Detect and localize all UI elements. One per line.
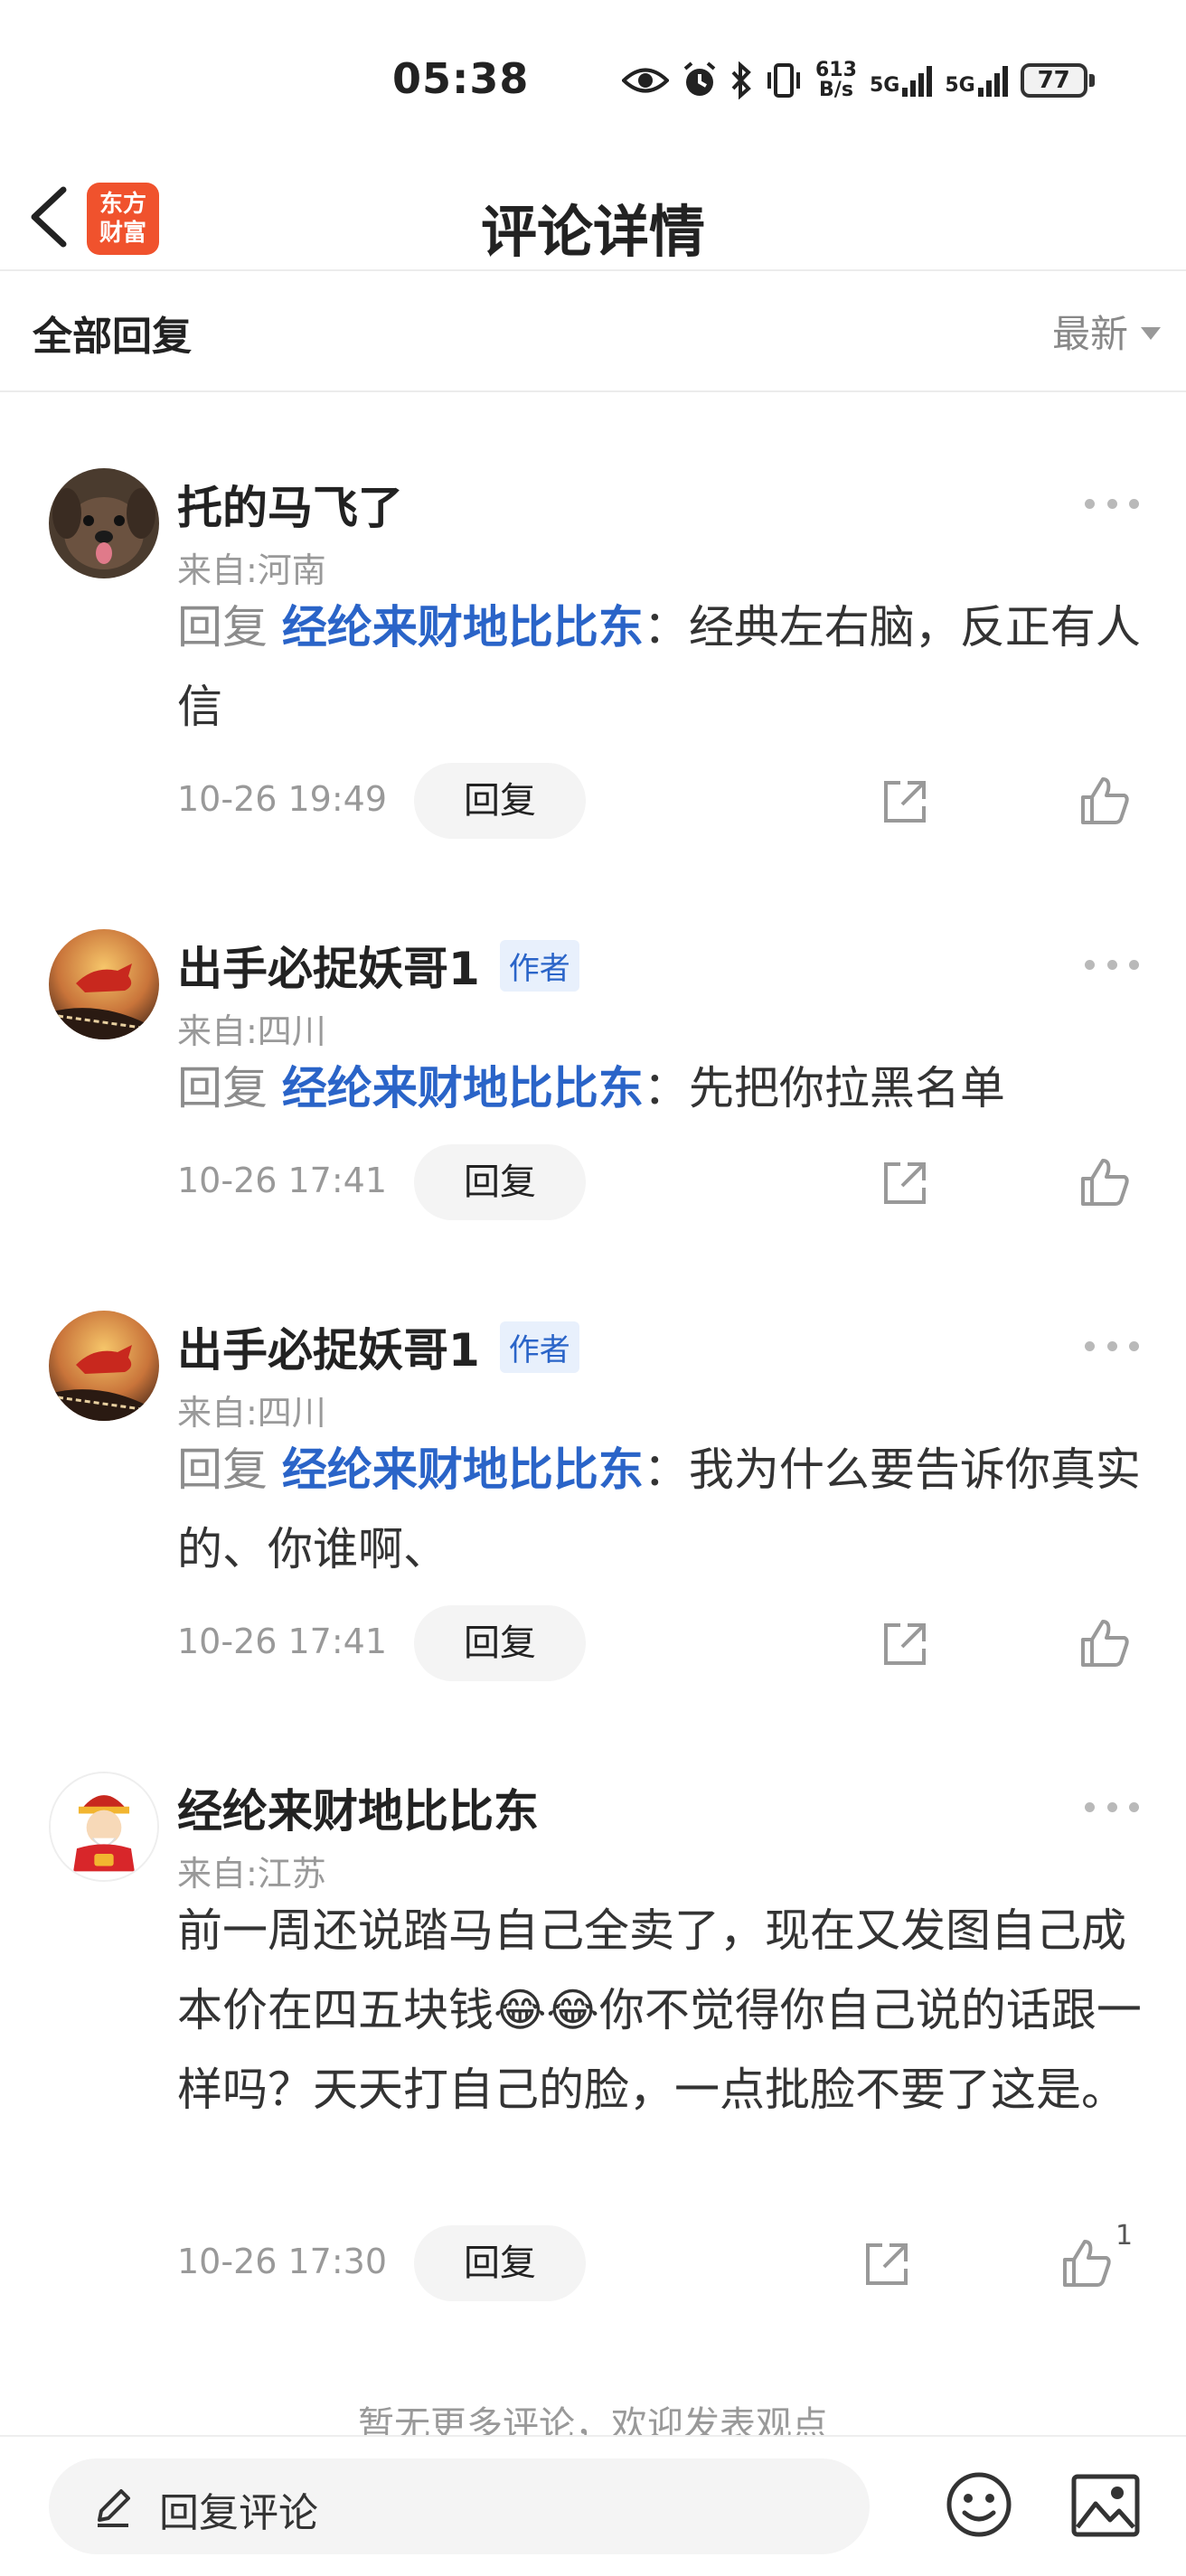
signal-icon: 5G <box>870 64 933 97</box>
comment-time: 10-26 17:30 <box>177 2242 388 2281</box>
header: 东方 财富 评论详情 <box>0 163 1186 271</box>
eye-icon <box>622 68 669 93</box>
chevron-down-icon <box>1141 326 1161 340</box>
comment-time: 10-26 19:49 <box>177 779 388 819</box>
reply-input[interactable]: 回复评论 <box>49 2458 870 2554</box>
comment-content: 回复 经纶来财地比比东：我为什么要告诉你真实的、你谁啊、 <box>177 1443 1141 1575</box>
comment-content: 回复 经纶来财地比比东：经典左右脑，反正有人信 <box>177 601 1141 733</box>
share-icon[interactable] <box>880 1620 929 1669</box>
avatar[interactable] <box>49 929 159 1039</box>
more-button[interactable] <box>1085 951 1139 978</box>
reply-target-link[interactable]: 经纶来财地比比东 <box>282 1062 644 1114</box>
alarm-icon <box>683 61 716 96</box>
reply-button[interactable]: 回复 <box>414 763 586 839</box>
bottom-bar: 回复评论 <box>0 2435 1186 2576</box>
more-button[interactable] <box>1085 1332 1139 1359</box>
comment-location: 来自:河南 <box>177 550 326 590</box>
comment-content: 回复 经纶来财地比比东：先把你拉黑名单 <box>177 1062 1005 1114</box>
status-bar: 05:38 613 B/s 5G 5G 77 <box>0 0 1186 163</box>
bluetooth-icon <box>731 61 751 99</box>
comment-item: 经纶来财地比比东 来自:江苏 前一周还说踏马自己全卖了，现在又发图自己成本价在四… <box>0 1772 1186 2314</box>
like-icon[interactable] <box>1078 1616 1132 1670</box>
signal-icon: 5G <box>945 64 1008 97</box>
pen-icon <box>98 2489 130 2527</box>
comment-time: 10-26 17:41 <box>177 1622 388 1661</box>
comment-item: 出手必捉妖哥1 作者 来自:四川 回复 经纶来财地比比东：先把你拉黑名单 10-… <box>0 929 1186 1236</box>
like-icon[interactable] <box>1078 1155 1132 1209</box>
comment-author-name[interactable]: 经纶来财地比比东 <box>177 1775 539 1840</box>
sort-dropdown[interactable]: 最新 <box>1052 304 1161 359</box>
comment-item: 出手必捉妖哥1 作者 来自:四川 回复 经纶来财地比比东：我为什么要告诉你真实的… <box>0 1311 1186 1690</box>
more-button[interactable] <box>1085 1793 1139 1820</box>
like-icon[interactable] <box>1059 2236 1114 2290</box>
all-replies-label: 全部回复 <box>33 314 192 360</box>
comment-author-name[interactable]: 出手必捉妖哥1 <box>177 1314 480 1379</box>
comment-location: 来自:四川 <box>177 1393 326 1433</box>
like-count: 1 <box>1115 2220 1134 2252</box>
image-icon[interactable] <box>1070 2473 1141 2538</box>
author-badge: 作者 <box>499 939 579 992</box>
avatar[interactable] <box>49 468 159 578</box>
comment-item: 托的马飞了 来自:河南 回复 经纶来财地比比东：经典左右脑，反正有人信 10-2… <box>0 468 1186 866</box>
comment-author-name[interactable]: 出手必捉妖哥1 <box>177 933 480 998</box>
more-icon <box>1085 959 1095 970</box>
reply-button[interactable]: 回复 <box>414 1144 586 1220</box>
like-icon[interactable] <box>1078 774 1132 828</box>
comment-content: 前一周还说踏马自己全卖了，现在又发图自己成本价在四五块钱😂😂你不觉得你自己说的话… <box>177 1904 1142 2116</box>
comment-location: 来自:四川 <box>177 1011 326 1051</box>
comment-location: 来自:江苏 <box>177 1854 326 1894</box>
reply-target-link[interactable]: 经纶来财地比比东 <box>282 1443 644 1496</box>
sort-label: 最新 <box>1051 312 1128 356</box>
comment-meta: 10-26 17:41 回复 <box>177 1144 1172 1220</box>
battery-icon: 77 <box>1020 63 1095 98</box>
reply-filter-bar: 全部回复 最新 <box>0 271 1186 392</box>
more-icon <box>1085 1801 1095 1812</box>
network-speed: 613 B/s <box>815 59 857 101</box>
status-time: 05:38 <box>392 54 530 103</box>
page-title: 评论详情 <box>480 199 705 265</box>
avatar[interactable] <box>49 1311 159 1421</box>
vibrate-icon <box>767 63 800 98</box>
emoji-icon[interactable] <box>944 2469 1014 2540</box>
share-icon[interactable] <box>880 1159 929 1208</box>
comment-meta: 10-26 17:41 回复 <box>177 1605 1172 1681</box>
laugh-emoji: 😂😂 <box>494 1984 599 2036</box>
avatar[interactable] <box>49 1772 159 1882</box>
more-icon <box>1085 498 1095 509</box>
status-icons: 613 B/s 5G 5G 77 <box>622 56 1095 105</box>
reply-button[interactable]: 回复 <box>414 2225 586 2301</box>
author-badge: 作者 <box>499 1321 579 1373</box>
comment-author-name[interactable]: 托的马飞了 <box>177 472 403 537</box>
share-icon[interactable] <box>862 2240 911 2289</box>
comment-time: 10-26 17:41 <box>177 1161 388 1200</box>
reply-input-placeholder: 回复评论 <box>159 2490 318 2536</box>
share-icon[interactable] <box>880 777 929 826</box>
reply-button[interactable]: 回复 <box>414 1605 586 1681</box>
more-button[interactable] <box>1085 490 1139 517</box>
comment-meta: 10-26 17:30 回复 1 <box>177 2220 1172 2301</box>
comment-meta: 10-26 19:49 回复 <box>177 763 1172 839</box>
more-icon <box>1085 1340 1095 1351</box>
reply-target-link[interactable]: 经纶来财地比比东 <box>282 601 644 653</box>
